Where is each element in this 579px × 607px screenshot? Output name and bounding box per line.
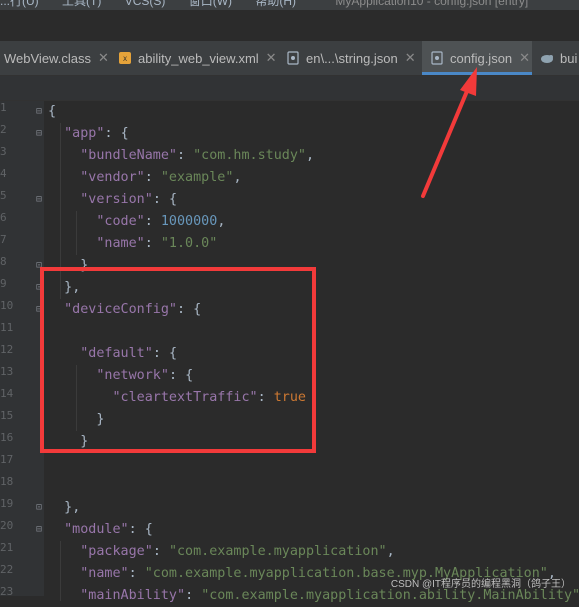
arrow-icon	[421, 67, 477, 198]
watermark: CSDN @IT程序员的编程黑洞（鸽子王）	[390, 579, 571, 590]
